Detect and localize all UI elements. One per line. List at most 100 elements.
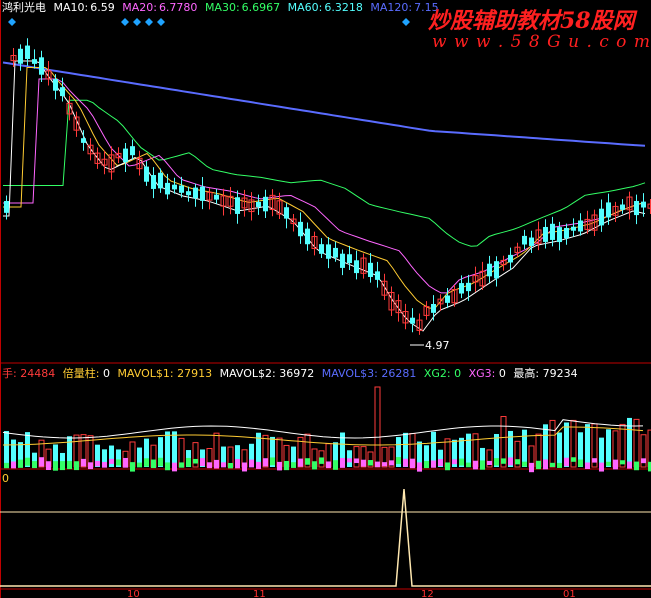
volume-flag-bar bbox=[564, 457, 569, 467]
volume-flag-bar bbox=[74, 461, 79, 471]
volume-flag-bar bbox=[368, 460, 373, 466]
volume-flag-bar bbox=[123, 457, 128, 468]
xg3-label: XG3: bbox=[468, 367, 496, 380]
volume-flag-bar bbox=[620, 460, 625, 465]
volume-flag-bar bbox=[333, 460, 338, 470]
candle-body bbox=[431, 303, 436, 313]
low-price-label: 4.97 bbox=[425, 339, 450, 352]
volume-bar bbox=[557, 432, 562, 467]
volume-bar bbox=[522, 429, 527, 467]
candle-body bbox=[550, 223, 555, 240]
volume-flag-bar bbox=[508, 457, 513, 466]
volume-flag-bar bbox=[214, 459, 219, 469]
volume-flag-bar bbox=[179, 462, 184, 468]
x-tick-01: 01 bbox=[563, 589, 576, 598]
volume-flag-bar bbox=[67, 460, 72, 470]
candle-body bbox=[214, 194, 219, 200]
volume-flag-bar bbox=[291, 462, 296, 468]
diamond-marker-icon bbox=[121, 18, 129, 26]
mavol2-value: 36972 bbox=[279, 367, 315, 380]
xg3-value: 0 bbox=[498, 367, 506, 380]
mavol1-label: MAVOL$1: bbox=[117, 367, 174, 380]
chart-canvas[interactable] bbox=[0, 0, 651, 598]
volume-flag-bar bbox=[151, 459, 156, 469]
candle-body bbox=[634, 200, 639, 216]
candle-body bbox=[459, 283, 464, 294]
indicator-signal-line bbox=[0, 488, 651, 587]
volume-flag-bar bbox=[543, 459, 548, 470]
beiliangzhu-label: 倍量柱: bbox=[62, 367, 100, 380]
volume-bar bbox=[165, 431, 170, 467]
volume-bar bbox=[4, 431, 9, 467]
volume-flag-bar bbox=[571, 457, 576, 462]
x-tick-10: 10 bbox=[127, 589, 140, 598]
candle-body bbox=[529, 237, 534, 246]
volume-flag-bar bbox=[221, 462, 226, 468]
volume-bar bbox=[606, 429, 611, 467]
candle-body bbox=[368, 262, 373, 277]
candle-body bbox=[263, 196, 268, 212]
volume-flag-bar bbox=[480, 460, 485, 470]
volume-flag-bar bbox=[487, 460, 492, 466]
volume-flag-bar bbox=[382, 462, 387, 467]
volume-flag-bar bbox=[641, 458, 646, 464]
candle-body bbox=[326, 244, 331, 259]
stock-chart-window: 鸿利光电 MA10: 6.59 MA20: 6.7780 MA30: 6.6967 M… bbox=[0, 0, 651, 598]
volume-flag-bar bbox=[417, 462, 422, 472]
volume-flag-bar bbox=[18, 459, 23, 468]
ma30-line bbox=[3, 78, 646, 294]
mavol2-label: MAVOL$2: bbox=[219, 367, 276, 380]
max-value: 79234 bbox=[542, 367, 578, 380]
candle-body bbox=[494, 261, 499, 279]
volume-flag-bar bbox=[137, 462, 142, 468]
volume-flag-bar bbox=[396, 457, 401, 464]
volume-flag-bar bbox=[431, 460, 436, 468]
candle-body bbox=[81, 138, 86, 143]
candle-body bbox=[606, 202, 611, 218]
volume-flag-bar bbox=[473, 460, 478, 470]
volume-flag-bar bbox=[550, 462, 555, 467]
volume-flag-bar bbox=[95, 460, 100, 467]
volume-flag-bar bbox=[445, 462, 450, 471]
volume-flag-bar bbox=[536, 460, 541, 470]
candle-body bbox=[333, 247, 338, 258]
volume-flag-bar bbox=[312, 461, 317, 470]
candle-body bbox=[165, 182, 170, 195]
candle-body bbox=[256, 201, 261, 207]
volume-flag-bar bbox=[4, 462, 9, 469]
volume-flag-bar bbox=[11, 461, 16, 469]
volume-flag-bar bbox=[522, 461, 527, 467]
candle-body bbox=[508, 254, 513, 263]
xg2-value: 0 bbox=[454, 367, 462, 380]
volume-flag-bar bbox=[284, 460, 289, 471]
diamond-marker-icon bbox=[133, 18, 141, 26]
volume-flag-bar bbox=[389, 460, 394, 466]
ma10-label: MA10: bbox=[53, 1, 89, 14]
volume-flag-bar bbox=[424, 461, 429, 469]
candle-body bbox=[578, 220, 583, 232]
volume-flag-bar bbox=[606, 461, 611, 466]
beiliangzhu-value: 0 bbox=[102, 367, 110, 380]
candle-body bbox=[172, 184, 177, 190]
volume-bar bbox=[549, 419, 556, 468]
volume-flag-bar bbox=[130, 462, 135, 472]
ma20-line bbox=[3, 67, 646, 309]
ma120-line bbox=[2, 61, 646, 147]
candle-body bbox=[487, 263, 492, 277]
volume-bar bbox=[374, 386, 381, 468]
volume-flag-bar bbox=[25, 457, 30, 466]
ma120-label: MA120: bbox=[370, 1, 413, 14]
volume-flag-bar bbox=[585, 462, 590, 470]
volume-flag-bar bbox=[340, 458, 345, 468]
candle-body bbox=[340, 253, 345, 268]
candle-body bbox=[466, 282, 471, 292]
candle-body bbox=[305, 228, 310, 245]
volume-flag-bar bbox=[305, 458, 310, 465]
ma10-line bbox=[3, 60, 646, 332]
ma20-label: MA20: bbox=[122, 1, 157, 14]
candle-body bbox=[193, 187, 198, 199]
watermark-title: 炒股辅助教材58股网 bbox=[428, 8, 635, 34]
volume-flag-bar bbox=[627, 461, 632, 469]
volume-flag-bar bbox=[578, 459, 583, 467]
ma30-value: 6.6967 bbox=[241, 1, 281, 14]
